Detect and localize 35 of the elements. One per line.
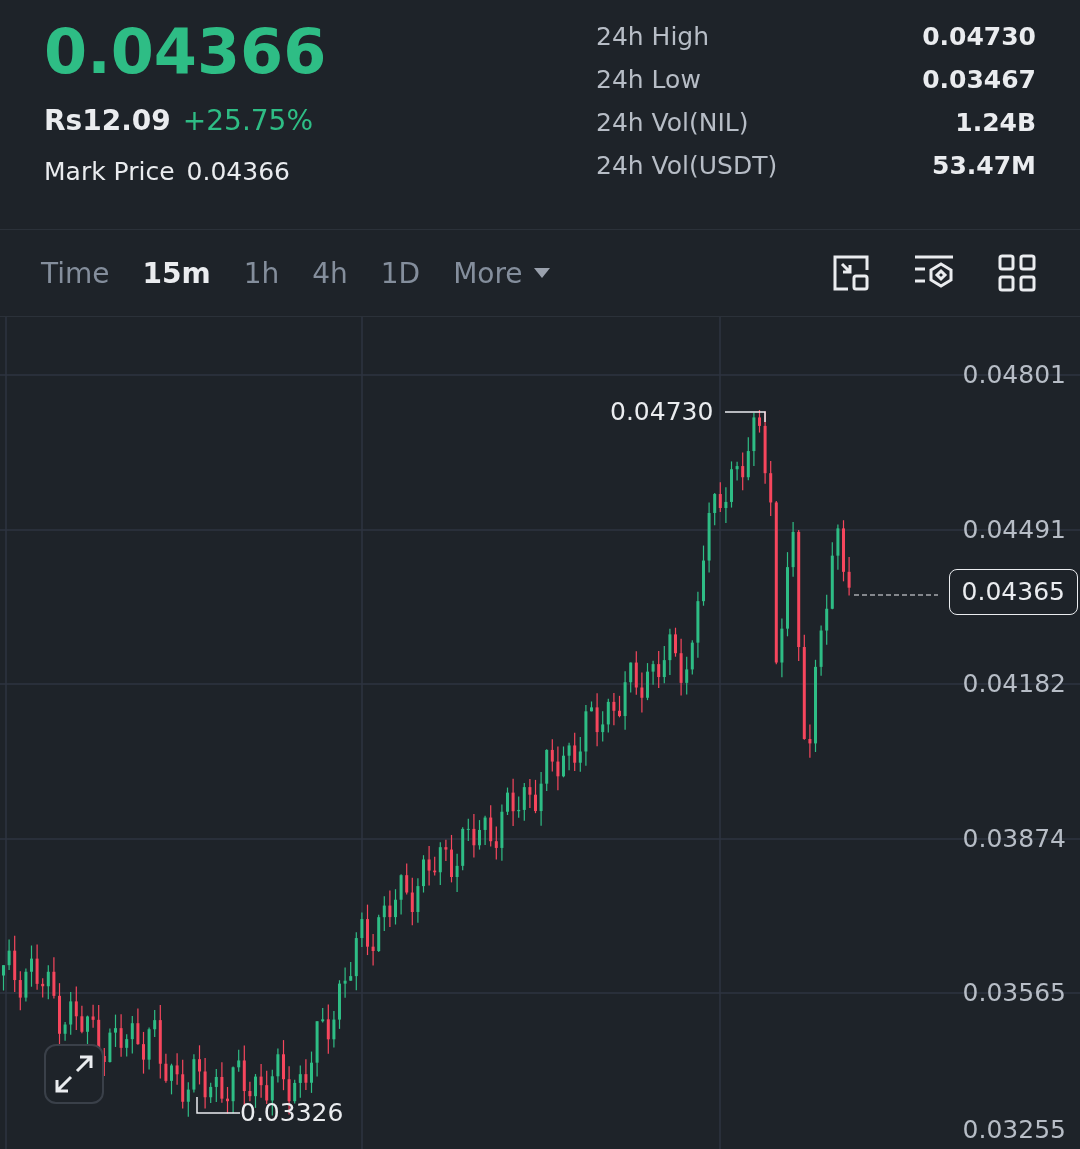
grid-icon[interactable] xyxy=(998,254,1036,292)
interval-tab[interactable]: Time xyxy=(30,250,121,296)
interval-tab[interactable]: 1D xyxy=(369,250,432,296)
fiat-price: Rs12.09 xyxy=(44,104,171,137)
price-axis-label: 0.03255 xyxy=(962,1115,1066,1145)
stat-value: 0.04730 xyxy=(921,22,1036,51)
resize-icon[interactable] xyxy=(832,254,870,292)
stat-value: 1.24B xyxy=(954,108,1036,137)
interval-tab[interactable]: 4h xyxy=(301,250,359,296)
stat-value: 0.03467 xyxy=(921,65,1036,94)
caret-icon xyxy=(532,267,551,279)
price-axis-label: 0.03565 xyxy=(962,978,1066,1008)
more-dropdown[interactable]: More xyxy=(442,250,562,296)
interval-tab[interactable]: 15m xyxy=(131,250,222,296)
last-price: 0.04366 xyxy=(44,14,327,90)
expand-button[interactable] xyxy=(44,1044,104,1104)
stat-value: 53.47M xyxy=(931,151,1036,180)
price-axis-label: 0.03874 xyxy=(962,824,1066,854)
price-axis-label: 0.04801 xyxy=(962,360,1066,390)
mark-price-label: Mark Price xyxy=(44,157,175,186)
high-marker: 0.04730 xyxy=(610,397,714,427)
price-axis-label: 0.04491 xyxy=(962,515,1066,545)
stat-label: 24h High xyxy=(596,22,711,51)
stat-label: 24h Vol(NIL) xyxy=(596,108,750,137)
stat-label: 24h Vol(USDT) xyxy=(596,151,779,180)
price-change: +25.75% xyxy=(182,104,314,137)
price-axis-label: 0.04182 xyxy=(962,669,1066,699)
low-marker: 0.03326 xyxy=(240,1098,344,1128)
leader-line xyxy=(724,411,766,423)
mark-price: 0.04366 xyxy=(186,157,290,186)
stat-label: 24h Low xyxy=(596,65,702,94)
expand-icon xyxy=(54,1054,94,1094)
interval-tab[interactable]: 1h xyxy=(232,250,291,296)
current-price-tag: 0.04365 xyxy=(948,569,1078,615)
leader-line xyxy=(196,1096,241,1114)
